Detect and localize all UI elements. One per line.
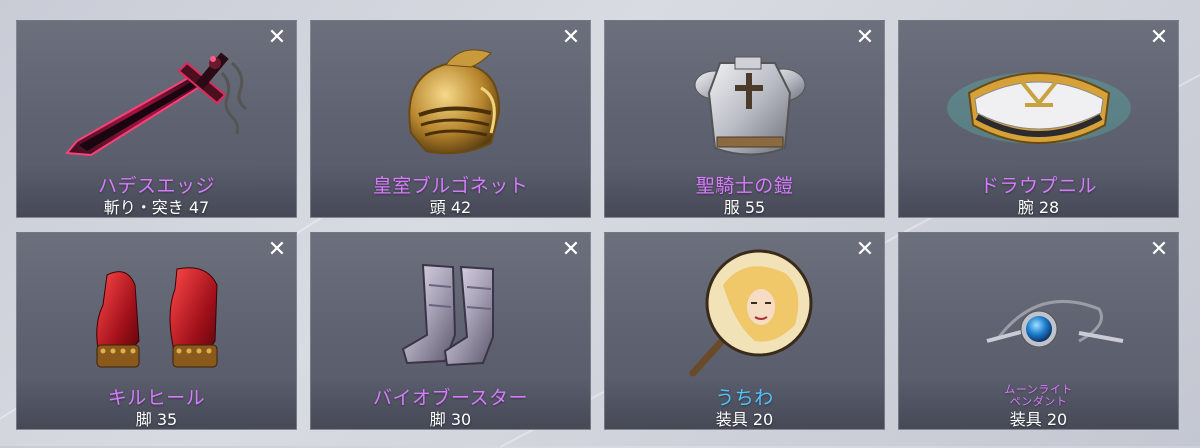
- red-heels-icon: [17, 245, 296, 383]
- item-stat: 服 55: [723, 198, 766, 217]
- remove-button[interactable]: ✕: [1148, 27, 1170, 49]
- remove-button[interactable]: ✕: [560, 239, 582, 261]
- item-stat: 腕 28: [1017, 198, 1060, 217]
- remove-button[interactable]: ✕: [1148, 239, 1170, 261]
- remove-button[interactable]: ✕: [266, 239, 288, 261]
- gold-bracelet-icon: [899, 33, 1178, 171]
- demonic-sword-icon: [17, 33, 296, 171]
- remove-button[interactable]: ✕: [854, 27, 876, 49]
- equipment-card-hades-edge[interactable]: ✕ ハデスエッジ 斬り・突き 47: [16, 20, 297, 218]
- remove-button[interactable]: ✕: [560, 27, 582, 49]
- fan-icon: [605, 245, 884, 383]
- item-stat: 脚 35: [135, 410, 178, 429]
- pendant-icon: [899, 245, 1178, 383]
- item-name: ムーンライト ペンダント: [1004, 383, 1073, 408]
- item-stat: 脚 30: [429, 410, 472, 429]
- item-stat: 斬り・突き 47: [103, 198, 210, 217]
- item-stat: 頭 42: [429, 198, 472, 217]
- paladin-armor-icon: [605, 33, 884, 171]
- remove-button[interactable]: ✕: [266, 27, 288, 49]
- equipment-card-moonlight-pendant[interactable]: ✕ ムーンライト ペンダント 装具 20: [898, 232, 1179, 430]
- equipment-card-paladin-armor[interactable]: ✕ 聖騎士の鎧 服 55: [604, 20, 885, 218]
- equipment-card-uchiwa[interactable]: ✕ うちわ 装具 20: [604, 232, 885, 430]
- item-stat: 装具 20: [1009, 410, 1068, 429]
- golden-helmet-icon: [311, 33, 590, 171]
- equipment-card-kill-heel[interactable]: ✕ キルヒール 脚 35: [16, 232, 297, 430]
- equipment-card-draupnir[interactable]: ✕ ドラウプニル 腕 28: [898, 20, 1179, 218]
- equipment-card-bio-booster[interactable]: ✕ バイオブースター 脚 30: [310, 232, 591, 430]
- remove-button[interactable]: ✕: [854, 239, 876, 261]
- bio-boots-icon: [311, 245, 590, 383]
- equipment-grid: ✕ ハデスエッジ 斬り・突き 47 ✕ 皇室ブルゴネット 頭 42 ✕ 聖騎士の…: [16, 20, 1179, 430]
- item-stat: 装具 20: [715, 410, 774, 429]
- equipment-card-imperial-burgonet[interactable]: ✕ 皇室ブルゴネット 頭 42: [310, 20, 591, 218]
